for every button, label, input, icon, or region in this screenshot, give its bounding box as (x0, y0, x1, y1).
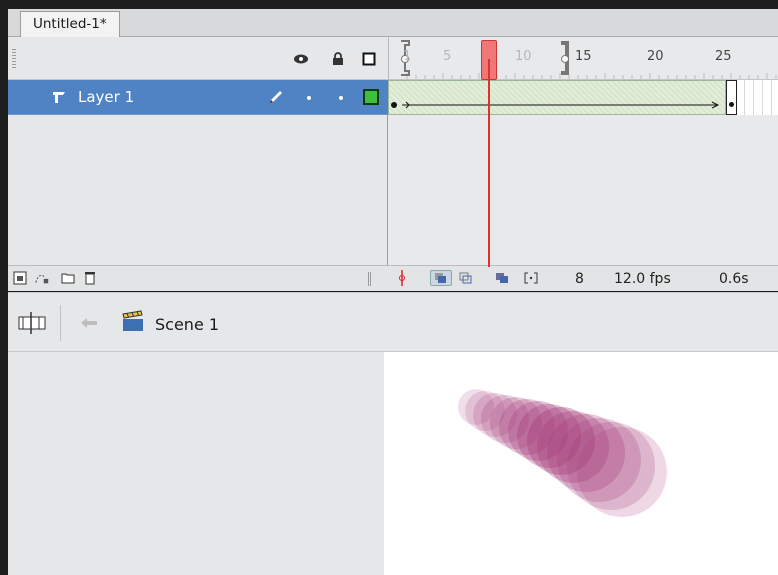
back-arrow-icon[interactable] (80, 317, 98, 333)
outline-icon[interactable] (361, 51, 377, 67)
ruler-label: 15 (575, 49, 592, 64)
divider (60, 305, 61, 341)
modify-onion-markers-icon[interactable] (523, 270, 539, 286)
center-frame-icon[interactable] (394, 270, 410, 286)
pencil-icon (268, 89, 284, 109)
new-folder-icon[interactable] (60, 270, 76, 286)
frame-rate-readout[interactable]: 12.0 fps (614, 271, 671, 287)
ruler-label: 5 (443, 49, 452, 64)
stage[interactable] (384, 352, 778, 575)
ruler-label: 20 (647, 49, 664, 64)
trash-icon[interactable] (82, 270, 98, 286)
scene-label[interactable]: Scene 1 (155, 315, 219, 334)
empty-frames[interactable] (726, 80, 778, 115)
frame-grid[interactable] (388, 80, 778, 265)
visibility-dot-icon[interactable] (307, 96, 311, 100)
layer-list-empty (8, 115, 388, 265)
current-frame-readout: 8 (575, 271, 584, 287)
tween-arrow (391, 101, 720, 109)
timeline-footer: 8 12.0 fps 0.6s (8, 265, 778, 291)
layer-outline-color-icon[interactable] (363, 89, 379, 105)
ruler-label: 25 (715, 49, 732, 64)
splitter-grip-icon[interactable] (368, 272, 372, 286)
edit-multiple-frames-icon[interactable] (494, 270, 510, 286)
timeline-toggle-icon[interactable] (17, 311, 47, 339)
onion-skin-icon[interactable] (430, 270, 452, 286)
frame-ruler[interactable]: 1 5 10 15 20 25 (388, 37, 778, 80)
layer-header (8, 37, 388, 80)
document-tab-bar: Untitled-1* (8, 9, 778, 38)
ruler-label: 1 (403, 49, 412, 64)
lock-dot-icon[interactable] (339, 96, 343, 100)
flash-workspace: Untitled-1* 1 5 10 15 20 25 Layer 1 8 12… (0, 0, 778, 575)
pasteboard (8, 352, 384, 575)
panel-grip-icon[interactable] (12, 49, 16, 69)
edit-bar: Scene 1 (8, 292, 778, 352)
keyframe-end[interactable] (726, 80, 737, 115)
new-motion-guide-icon[interactable] (34, 270, 50, 286)
lock-icon[interactable] (330, 51, 346, 67)
playhead-line (488, 59, 490, 267)
clapperboard-icon (121, 310, 145, 336)
layer-name[interactable]: Layer 1 (78, 88, 134, 106)
onion-skin-outlines-icon[interactable] (458, 270, 474, 286)
new-layer-icon[interactable] (12, 270, 28, 286)
layer-type-icon (52, 90, 66, 108)
ruler-label: 10 (515, 49, 532, 64)
document-tab[interactable]: Untitled-1* (20, 11, 120, 38)
eye-icon[interactable] (293, 51, 309, 67)
motion-tween-span[interactable] (388, 80, 726, 115)
timeline-panel: 1 5 10 15 20 25 Layer 1 8 12.0 fps 0.6s (8, 37, 778, 291)
layer-row[interactable]: Layer 1 (8, 80, 388, 115)
elapsed-time-readout: 0.6s (719, 271, 749, 287)
onion-skinned-shape[interactable] (384, 352, 778, 575)
